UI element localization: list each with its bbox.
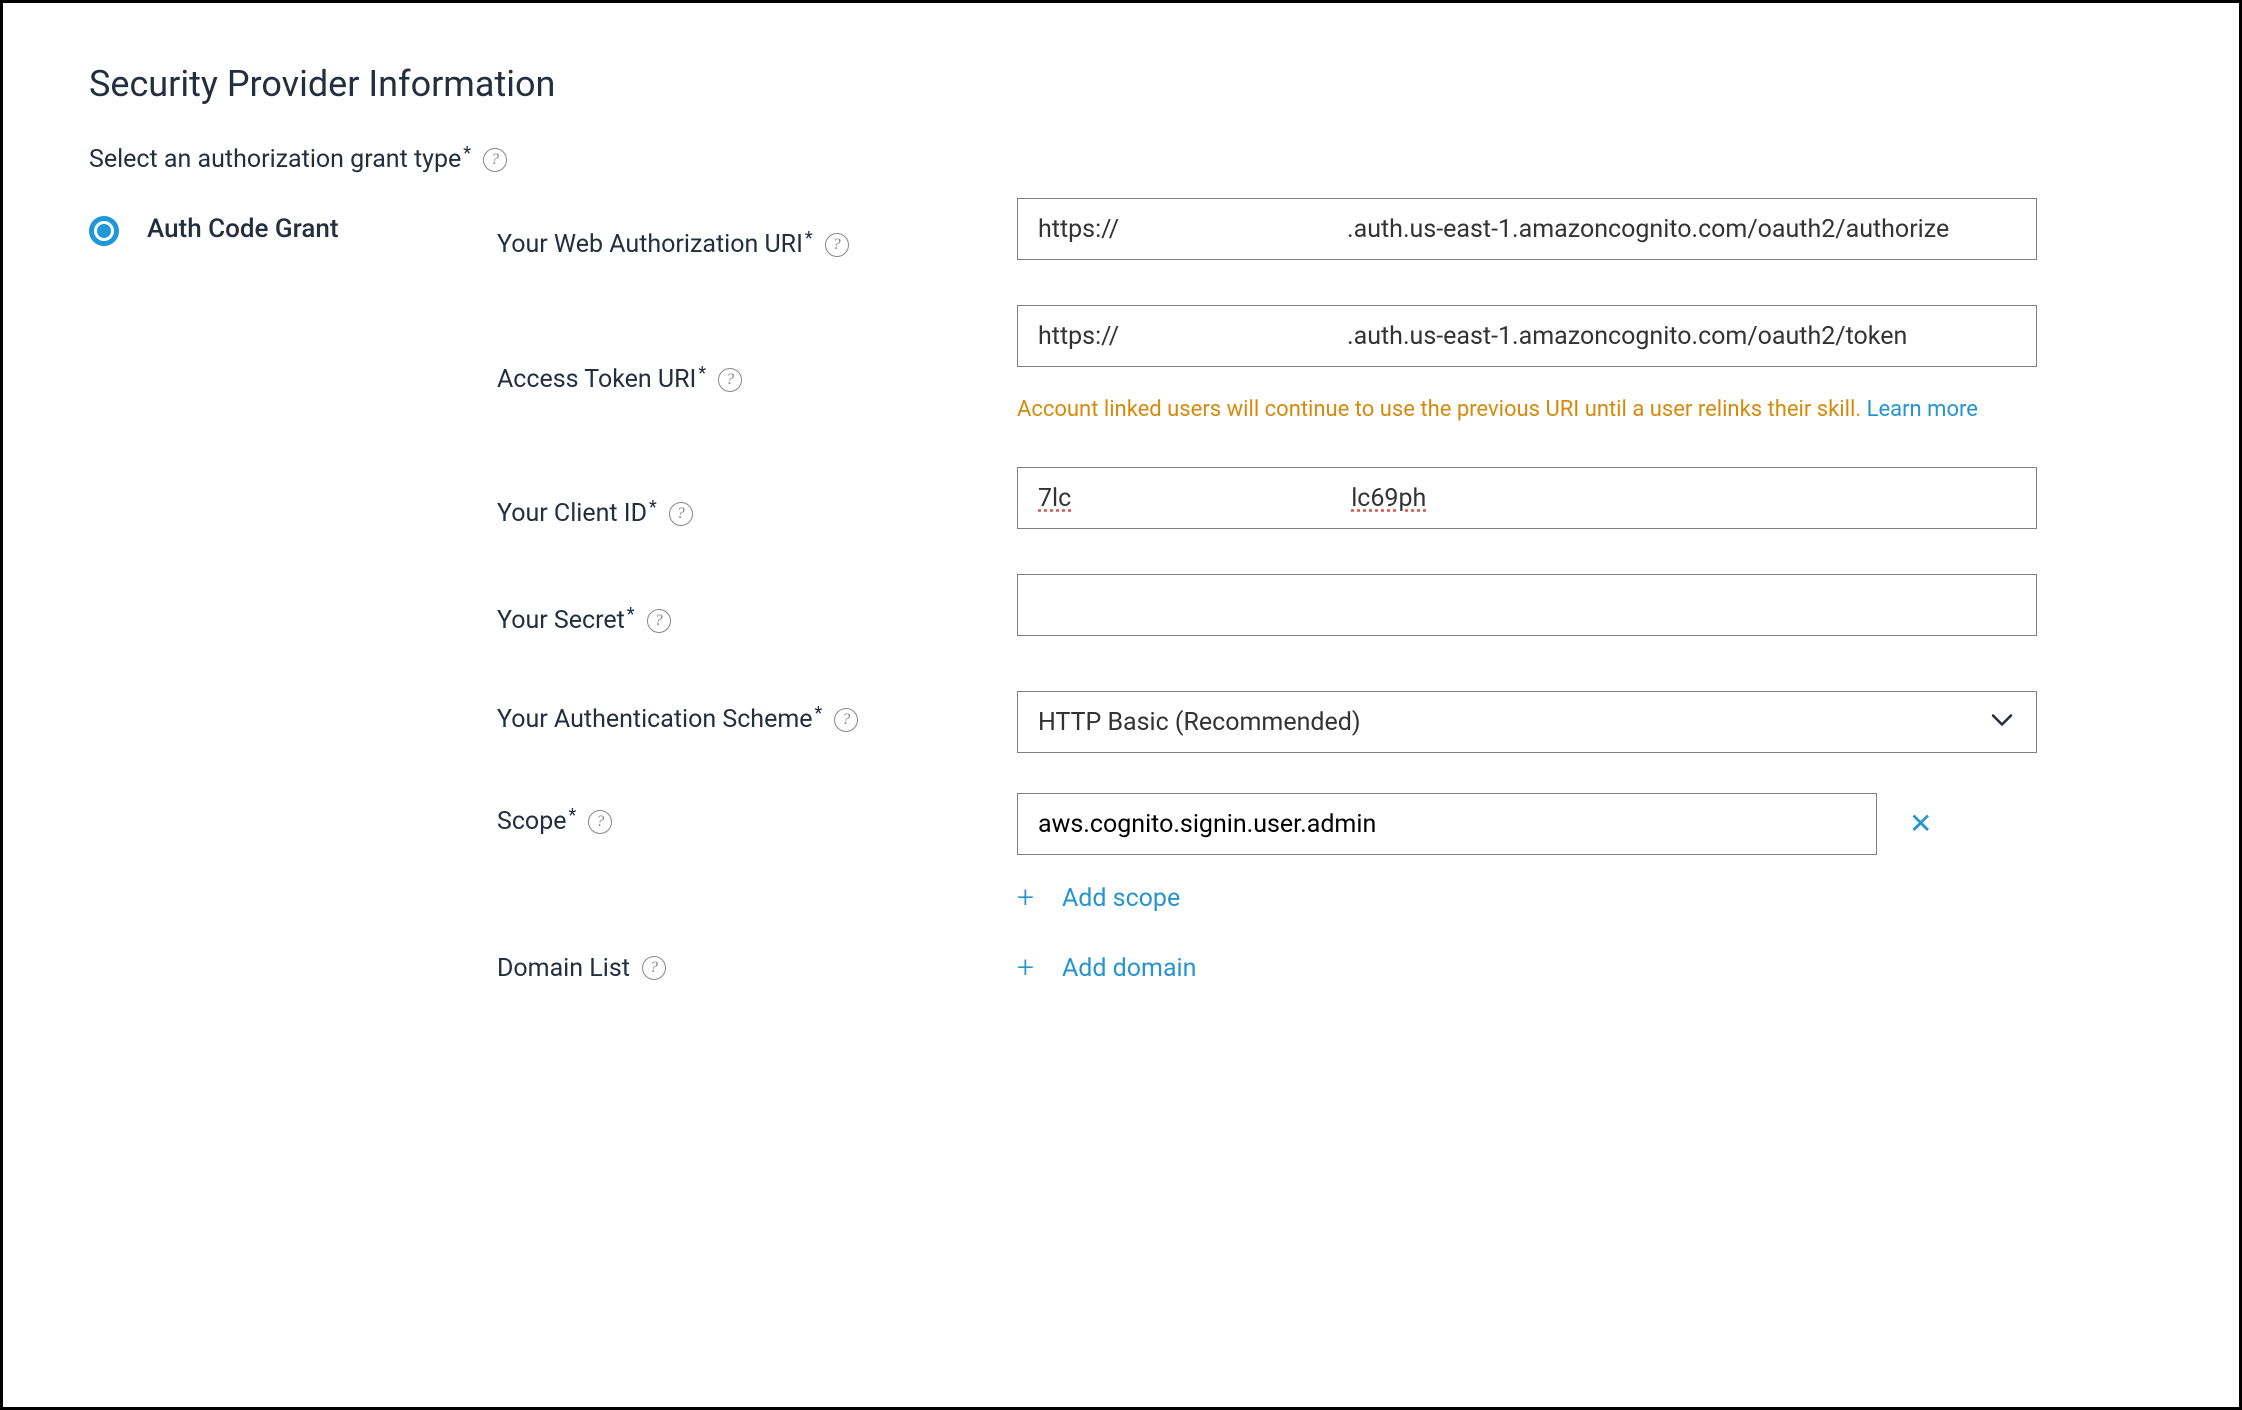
plus-icon: + — [1017, 953, 1034, 983]
scope-input[interactable] — [1017, 793, 1877, 855]
help-icon[interactable]: ? — [834, 708, 858, 732]
client-id-part2: lc69ph — [1351, 484, 1426, 513]
fields-area: Your Web Authorization URI* ? https:// .… — [497, 214, 2153, 983]
required-asterisk: * — [698, 363, 706, 384]
web-auth-uri-prefix: https:// — [1038, 215, 1119, 244]
access-token-uri-input[interactable]: https:// .auth.us-east-1.amazoncognito.c… — [1017, 305, 2037, 367]
client-id-input[interactable]: 7lc lc69ph — [1017, 467, 2037, 529]
access-token-uri-suffix: .auth.us-east-1.amazoncognito.com/oauth2… — [1347, 322, 1907, 351]
domain-list-row: Domain List ? + Add domain — [497, 953, 2153, 983]
access-token-note-text: Account linked users will continue to us… — [1017, 397, 1861, 422]
help-icon[interactable]: ? — [825, 233, 849, 257]
add-domain-button[interactable]: + Add domain — [1017, 953, 1196, 983]
secret-row: Your Secret* ? — [497, 574, 2153, 636]
auth-code-grant-radio[interactable] — [89, 216, 119, 246]
web-auth-uri-row: Your Web Authorization URI* ? https:// .… — [497, 198, 2153, 260]
auth-scheme-row: Your Authentication Scheme* ? — [497, 691, 2153, 753]
plus-icon: + — [1017, 883, 1034, 913]
help-icon[interactable]: ? — [669, 502, 693, 526]
client-id-label: Your Client ID — [497, 499, 647, 528]
scope-item: ✕ — [1017, 793, 2153, 855]
grant-type-heading: Select an authorization grant type* ? — [89, 145, 2153, 174]
required-asterisk: * — [805, 228, 813, 249]
help-icon[interactable]: ? — [642, 956, 666, 980]
required-asterisk: * — [568, 805, 576, 826]
access-token-note: Account linked users will continue to us… — [1017, 397, 2153, 422]
scope-label: Scope — [497, 807, 566, 836]
web-auth-uri-label: Your Web Authorization URI — [497, 230, 803, 259]
client-id-part1: 7lc — [1038, 484, 1071, 513]
radio-selected-indicator — [97, 224, 111, 238]
page-container: Security Provider Information Select an … — [0, 0, 2242, 1410]
access-token-uri-row: Access Token URI* ? https:// .auth.us-ea… — [497, 305, 2153, 422]
required-asterisk: * — [463, 143, 471, 164]
scope-row: Scope* ? ✕ + Add scope — [497, 793, 2153, 913]
help-icon[interactable]: ? — [483, 148, 507, 172]
grant-type-label: Select an authorization grant type — [89, 145, 461, 174]
auth-code-grant-label: Auth Code Grant — [147, 214, 497, 244]
grant-row: Auth Code Grant Your Web Authorization U… — [89, 214, 2153, 983]
required-asterisk: * — [649, 497, 657, 518]
secret-input[interactable] — [1017, 574, 2037, 636]
access-token-uri-prefix: https:// — [1038, 322, 1119, 351]
required-asterisk: * — [815, 703, 823, 724]
auth-scheme-label: Your Authentication Scheme — [497, 705, 813, 734]
help-icon[interactable]: ? — [718, 368, 742, 392]
section-title: Security Provider Information — [89, 63, 2153, 105]
add-scope-label: Add scope — [1062, 884, 1180, 913]
help-icon[interactable]: ? — [647, 609, 671, 633]
web-auth-uri-suffix: .auth.us-east-1.amazoncognito.com/oauth2… — [1347, 215, 1949, 244]
client-id-row: Your Client ID* ? 7lc lc69ph — [497, 467, 2153, 529]
auth-scheme-select[interactable] — [1017, 691, 2037, 753]
secret-label: Your Secret — [497, 606, 625, 635]
domain-list-label: Domain List — [497, 954, 630, 983]
add-domain-label: Add domain — [1062, 954, 1196, 983]
access-token-uri-label: Access Token URI — [497, 365, 696, 394]
add-scope-button[interactable]: + Add scope — [1017, 883, 1180, 913]
required-asterisk: * — [627, 604, 635, 625]
learn-more-link[interactable]: Learn more — [1867, 397, 1978, 422]
scope-list: ✕ + Add scope — [1017, 793, 2153, 913]
remove-scope-icon[interactable]: ✕ — [1909, 810, 1932, 838]
web-auth-uri-input[interactable]: https:// .auth.us-east-1.amazoncognito.c… — [1017, 198, 2037, 260]
help-icon[interactable]: ? — [588, 810, 612, 834]
